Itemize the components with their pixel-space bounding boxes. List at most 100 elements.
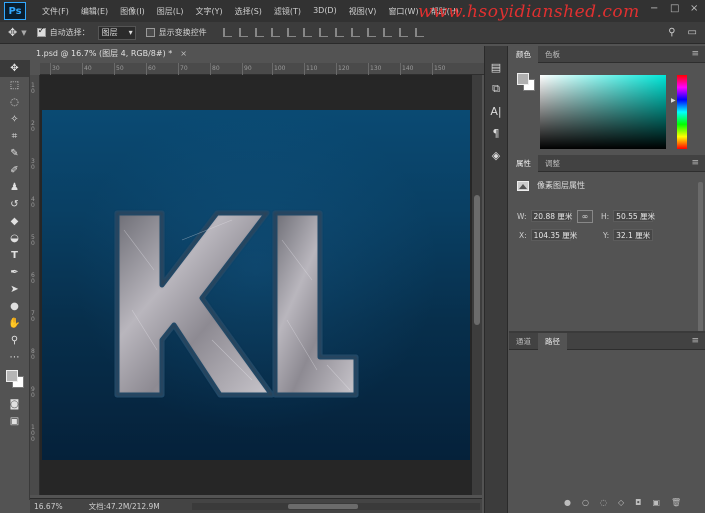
add-mask-icon[interactable]: ◘ [635,498,641,507]
color-swatches[interactable] [0,366,29,396]
character-panel-icon[interactable]: A| [485,100,507,122]
tab-swatches[interactable]: 色板 [538,46,567,63]
history-brush-tool-icon[interactable]: ↺ [0,196,29,213]
align-middle-icon[interactable] [238,28,248,37]
more-tools-icon[interactable]: ⋯ [0,349,29,366]
document-size[interactable]: 文档:47.2M/212.9M [89,501,160,512]
color-picker-field[interactable] [540,75,666,149]
document-tab[interactable]: 1.psd @ 16.7% (图层 4, RGB/8#) * × [30,46,187,61]
scrollbar-thumb[interactable] [288,504,358,509]
menu-filter[interactable]: 滤镜(T) [268,6,307,17]
distribute-middle-icon[interactable] [334,28,344,37]
tab-properties[interactable]: 属性 [509,154,538,172]
eyedropper-tool-icon[interactable]: ✎ [0,145,29,162]
paragraph-panel-icon[interactable]: ¶ [485,122,507,144]
menu-3d[interactable]: 3D(D) [307,6,343,17]
menu-image[interactable]: 图像(I) [114,6,151,17]
chevron-down-icon[interactable]: ▼ [21,29,26,37]
type-tool-icon[interactable]: T [0,247,29,264]
distribute-top-icon[interactable] [318,28,328,37]
zoom-tool-icon[interactable]: ⚲ [0,332,29,349]
menu-view[interactable]: 视图(V) [343,6,383,17]
auto-select-checkbox[interactable] [36,26,46,37]
move-tool-icon[interactable]: ✥ [8,26,17,39]
properties-scrollbar[interactable] [698,182,703,332]
paint-bucket-tool-icon[interactable]: ◒ [0,230,29,247]
zoom-level[interactable]: 16.67% [34,502,63,511]
hue-slider-handle-icon[interactable]: ▶ [671,97,676,104]
document-canvas[interactable] [42,110,470,460]
align-right-icon[interactable] [302,28,312,37]
canvas-vertical-scrollbar[interactable] [472,75,482,495]
panel-menu-icon[interactable]: ≡ [691,49,699,59]
x-field[interactable]: 104.35 厘米 [530,229,577,241]
ruler-tick: 3 0 [31,158,35,171]
close-icon[interactable]: × [180,49,187,58]
history-panel-icon[interactable]: ▤ [485,56,507,78]
align-top-icon[interactable] [222,28,232,37]
crop-tool-icon[interactable]: ⌗ [0,128,29,145]
foreground-color-swatch[interactable] [517,73,529,85]
align-center-icon[interactable] [286,28,296,37]
load-selection-icon[interactable]: ◌ [600,498,607,507]
fill-path-icon[interactable]: ● [564,498,571,507]
new-path-icon[interactable]: ▣ [652,498,660,507]
align-bottom-icon[interactable] [254,28,264,37]
layers-panel-icon[interactable]: ◈ [485,144,507,166]
pen-tool-icon[interactable]: ✒ [0,264,29,281]
shape-tool-icon[interactable]: ● [0,298,29,315]
screen-mode-icon[interactable]: ▣ [0,413,29,430]
y-field[interactable]: 32.1 厘米 [613,229,654,241]
panel-menu-icon[interactable]: ≡ [691,336,699,346]
x-row: X: 104.35 厘米 [519,229,577,241]
paths-panel-actions: ● ○ ◌ ◇ ◘ ▣ 🗑 [564,498,681,507]
hue-slider[interactable] [677,75,687,149]
path-selection-tool-icon[interactable]: ➤ [0,281,29,298]
align-left-icon[interactable] [270,28,280,37]
lasso-tool-icon[interactable]: ◌ [0,94,29,111]
menu-layer[interactable]: 图层(L) [151,6,190,17]
distribute-center-icon[interactable] [382,28,392,37]
minimize-button[interactable]: − [650,3,658,14]
maximize-button[interactable]: □ [670,3,679,14]
watermark-text: www.hsoyidianshed.com [418,2,640,22]
marquee-tool-icon[interactable]: ⬚ [0,77,29,94]
close-window-button[interactable]: × [690,3,698,14]
width-field[interactable]: 20.88 厘米 [530,210,572,222]
menu-type[interactable]: 文字(Y) [189,6,228,17]
tab-paths[interactable]: 路径 [538,332,567,350]
make-work-path-icon[interactable]: ◇ [618,498,624,507]
search-icon[interactable]: ⚲ [668,27,675,38]
hand-tool-icon[interactable]: ✋ [0,315,29,332]
foreground-color-swatch[interactable] [6,370,18,382]
show-transform-checkbox[interactable] [145,28,155,37]
scrollbar-thumb[interactable] [474,195,480,325]
magic-wand-tool-icon[interactable]: ✧ [0,111,29,128]
stroke-path-icon[interactable]: ○ [582,498,589,507]
height-field[interactable]: 50.55 厘米 [613,210,655,222]
tab-adjustments[interactable]: 调整 [538,155,567,172]
tab-color[interactable]: 颜色 [509,45,538,63]
quick-mask-icon[interactable]: ◙ [0,396,29,413]
ruler-left: 1 0 2 0 3 0 4 0 5 0 6 0 7 0 8 0 9 0 1 0 … [30,75,40,495]
delete-path-icon[interactable]: 🗑 [671,498,681,507]
tab-channels[interactable]: 通道 [509,333,538,350]
menu-edit[interactable]: 编辑(E) [75,6,114,17]
menu-file[interactable]: 文件(F) [36,6,75,17]
canvas-horizontal-scrollbar[interactable] [192,503,480,510]
distribute-right-icon[interactable] [398,28,408,37]
brush-tool-icon[interactable]: ✐ [0,162,29,179]
stamp-tool-icon[interactable]: ♟ [0,179,29,196]
adjust-panel-icon[interactable]: ⧉ [485,78,507,100]
auto-select-dropdown[interactable]: 图层 ▾ [97,25,136,40]
auto-align-icon[interactable] [414,28,424,37]
workspace-icon[interactable]: ▭ [688,27,697,38]
move-tool-icon[interactable]: ✥ [0,60,29,77]
eraser-tool-icon[interactable]: ◆ [0,213,29,230]
distribute-left-icon[interactable] [366,28,376,37]
ruler-tick: 80 [210,63,220,75]
distribute-bottom-icon[interactable] [350,28,360,37]
link-icon[interactable]: ∞ [577,210,593,223]
menu-select[interactable]: 选择(S) [229,6,268,17]
panel-menu-icon[interactable]: ≡ [691,158,699,168]
